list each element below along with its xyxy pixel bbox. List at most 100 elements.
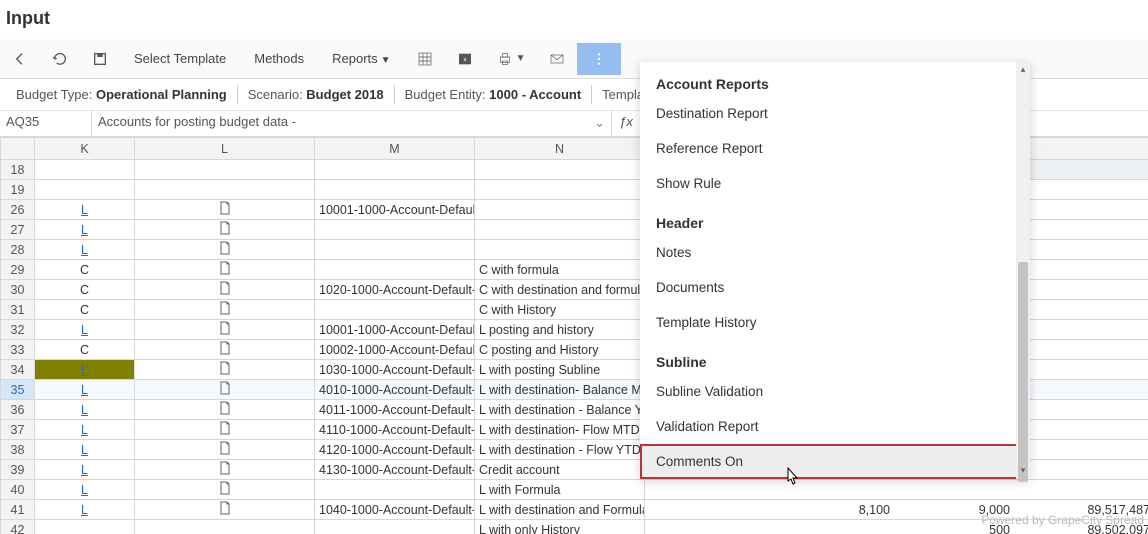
cell[interactable]	[135, 320, 315, 340]
mail-button[interactable]	[537, 45, 577, 73]
cell[interactable]: L with destination- Balance MTD	[475, 380, 645, 400]
link[interactable]: L	[81, 443, 88, 457]
cell[interactable]	[135, 260, 315, 280]
table-row[interactable]: 41L1040-1000-Account-Default-DL with des…	[1, 500, 1148, 520]
link[interactable]: L	[81, 363, 88, 377]
methods-button[interactable]: Methods	[240, 45, 318, 72]
cell[interactable]: 4110-1000-Account-Default-D	[315, 420, 475, 440]
cell[interactable]	[135, 440, 315, 460]
cell[interactable]	[315, 300, 475, 320]
save-button[interactable]	[80, 45, 120, 73]
link[interactable]: L	[81, 223, 88, 237]
cell[interactable]: L	[35, 500, 135, 520]
menu-item-show-rule[interactable]: Show Rule	[640, 166, 1030, 201]
cell[interactable]	[315, 160, 475, 180]
cell[interactable]: L	[35, 440, 135, 460]
cell[interactable]: Credit account	[475, 460, 645, 480]
cell[interactable]	[135, 160, 315, 180]
cell[interactable]	[135, 300, 315, 320]
col-header[interactable]: M	[315, 138, 475, 160]
cell[interactable]	[475, 200, 645, 220]
cell[interactable]	[135, 360, 315, 380]
cell[interactable]	[135, 400, 315, 420]
cell[interactable]	[35, 160, 135, 180]
corner-cell[interactable]	[1, 138, 35, 160]
document-icon[interactable]	[219, 324, 231, 338]
row-header[interactable]: 37	[1, 420, 35, 440]
cell[interactable]	[315, 260, 475, 280]
cell[interactable]: C	[35, 300, 135, 320]
menu-item-destination-report[interactable]: Destination Report	[640, 96, 1030, 131]
cell[interactable]	[135, 280, 315, 300]
document-icon[interactable]	[219, 264, 231, 278]
row-header[interactable]: 18	[1, 160, 35, 180]
cell[interactable]	[35, 180, 135, 200]
menu-item-reference-report[interactable]: Reference Report	[640, 131, 1030, 166]
cell[interactable]	[475, 180, 645, 200]
scroll-down-arrow-icon[interactable]: ▾	[1018, 465, 1028, 477]
more-menu-button[interactable]	[577, 43, 621, 75]
link[interactable]: L	[81, 483, 88, 497]
chevron-down-icon[interactable]: ⌄	[594, 115, 605, 131]
cell-reference[interactable]: AQ35	[0, 111, 92, 136]
cell[interactable]	[315, 180, 475, 200]
cell[interactable]: L	[35, 360, 135, 380]
cell[interactable]	[135, 180, 315, 200]
document-icon[interactable]	[219, 424, 231, 438]
cell[interactable]: L	[35, 460, 135, 480]
cell[interactable]	[135, 460, 315, 480]
cell[interactable]	[135, 420, 315, 440]
document-icon[interactable]	[219, 204, 231, 218]
link[interactable]: L	[81, 423, 88, 437]
document-icon[interactable]	[219, 504, 231, 518]
document-icon[interactable]	[219, 484, 231, 498]
cell[interactable]	[315, 220, 475, 240]
menu-scrollbar[interactable]: ▴ ▾	[1016, 62, 1030, 479]
row-header[interactable]: 26	[1, 200, 35, 220]
row-header[interactable]: 19	[1, 180, 35, 200]
col-header[interactable]: L	[135, 138, 315, 160]
cell[interactable]	[135, 240, 315, 260]
cell[interactable]	[475, 160, 645, 180]
row-header[interactable]: 35	[1, 380, 35, 400]
cell[interactable]: C with formula	[475, 260, 645, 280]
cell[interactable]: C	[35, 280, 135, 300]
link[interactable]: L	[81, 323, 88, 337]
link[interactable]: L	[81, 383, 88, 397]
cell[interactable]: L	[35, 400, 135, 420]
cell[interactable]: L posting and history	[475, 320, 645, 340]
table-button[interactable]	[405, 45, 445, 73]
row-header[interactable]: 34	[1, 360, 35, 380]
cell[interactable]	[135, 220, 315, 240]
cell[interactable]: 4011-1000-Account-Default-D	[315, 400, 475, 420]
document-icon[interactable]	[219, 304, 231, 318]
cell[interactable]: L	[35, 480, 135, 500]
document-icon[interactable]	[219, 284, 231, 298]
cell[interactable]: 4010-1000-Account-Default-D	[315, 380, 475, 400]
menu-item-comments-on[interactable]: Comments On	[640, 444, 1030, 479]
cell[interactable]: L	[35, 320, 135, 340]
cell[interactable]	[475, 220, 645, 240]
cell[interactable]: L with destination and Formula	[475, 500, 645, 520]
col-header[interactable]: N	[475, 138, 645, 160]
cell[interactable]: C with destination and formula	[475, 280, 645, 300]
menu-item-documents[interactable]: Documents	[640, 270, 1030, 305]
cell[interactable]: L	[35, 380, 135, 400]
cell[interactable]: L with posting Subline	[475, 360, 645, 380]
menu-item-notes[interactable]: Notes	[640, 235, 1030, 270]
cell[interactable]	[135, 380, 315, 400]
cell[interactable]: L with Formula	[475, 480, 645, 500]
cell[interactable]: L	[35, 200, 135, 220]
select-template-button[interactable]: Select Template	[120, 45, 240, 72]
document-icon[interactable]	[219, 224, 231, 238]
row-header[interactable]: 33	[1, 340, 35, 360]
cell[interactable]	[475, 240, 645, 260]
row-header[interactable]: 27	[1, 220, 35, 240]
cell[interactable]: L	[35, 240, 135, 260]
cell[interactable]: 10001-1000-Account-Default	[315, 320, 475, 340]
cell[interactable]	[135, 200, 315, 220]
reports-dropdown[interactable]: Reports▼	[318, 45, 404, 72]
document-icon[interactable]	[219, 444, 231, 458]
document-icon[interactable]	[219, 384, 231, 398]
cell[interactable]: L with destination- Flow MTD	[475, 420, 645, 440]
